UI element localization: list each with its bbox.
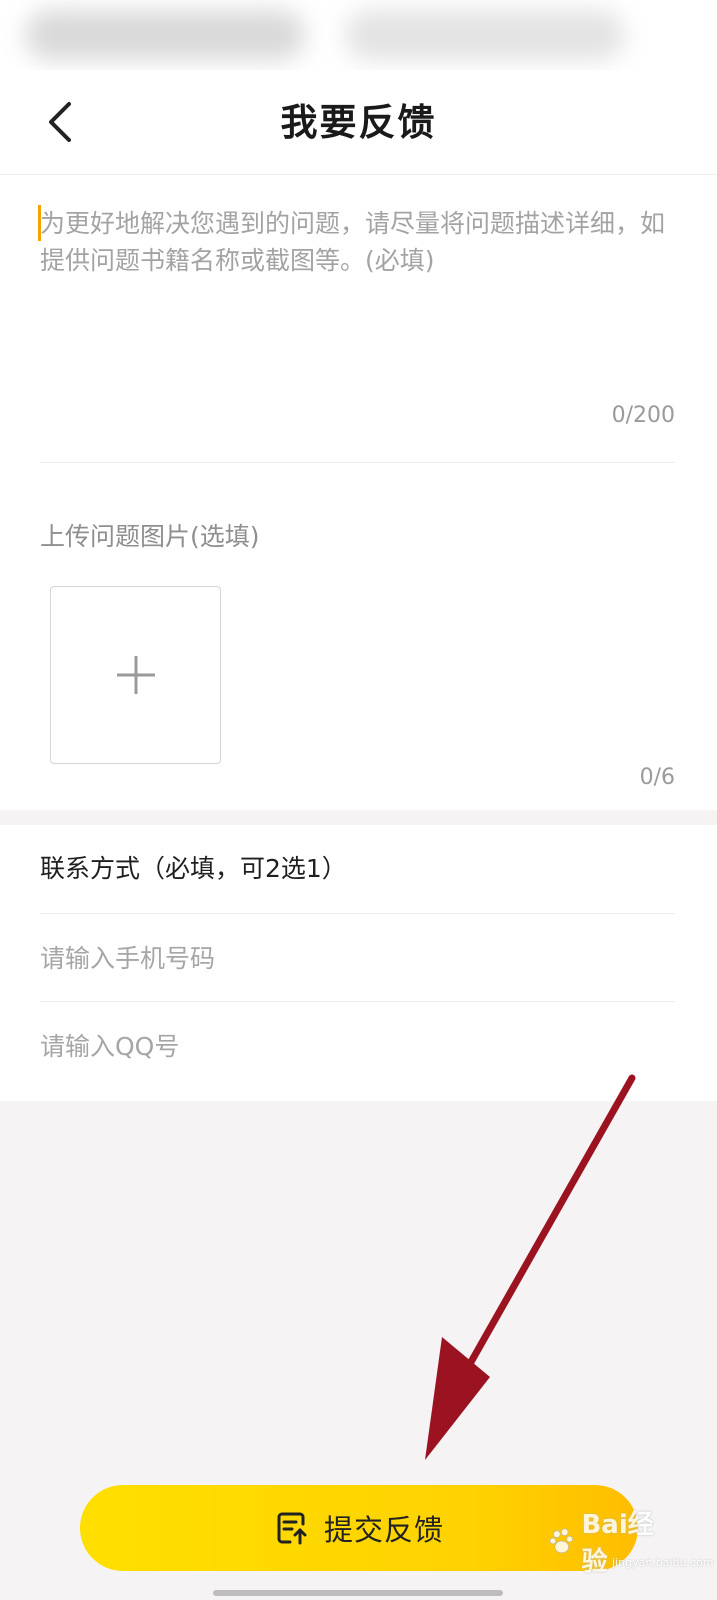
- header: 我要反馈: [0, 70, 717, 175]
- divider: [40, 462, 675, 463]
- baidu-jingyan-watermark: Bai经验 jingyan.baidu.com: [548, 1510, 714, 1577]
- upload-section: 上传问题图片(选填) 0/6: [0, 465, 717, 810]
- page-title: 我要反馈: [280, 100, 437, 144]
- description-char-counter: 0/200: [611, 403, 675, 428]
- submit-feedback-label: 提交反馈: [323, 1513, 444, 1547]
- watermark-url: jingyan.baidu.com: [612, 1556, 714, 1569]
- description-input[interactable]: [40, 205, 675, 395]
- status-bar-blur-left: [25, 10, 305, 60]
- contact-section: 联系方式（必填，可2选1）: [0, 825, 717, 1101]
- home-indicator[interactable]: [213, 1590, 503, 1596]
- paw-icon: [549, 1528, 573, 1554]
- contact-title: 联系方式（必填，可2选1）: [40, 854, 347, 883]
- plus-icon: [116, 656, 155, 694]
- submit-document-icon: [277, 1512, 307, 1545]
- qq-input[interactable]: [40, 1002, 675, 1090]
- status-bar-blur-right: [345, 10, 625, 60]
- phone-input[interactable]: [40, 914, 675, 1002]
- status-bar: [0, 0, 717, 70]
- image-count: 0/6: [639, 765, 675, 790]
- description-section: 0/200: [0, 175, 717, 465]
- add-image-button[interactable]: [50, 586, 221, 764]
- upload-label: 上传问题图片(选填): [40, 522, 260, 551]
